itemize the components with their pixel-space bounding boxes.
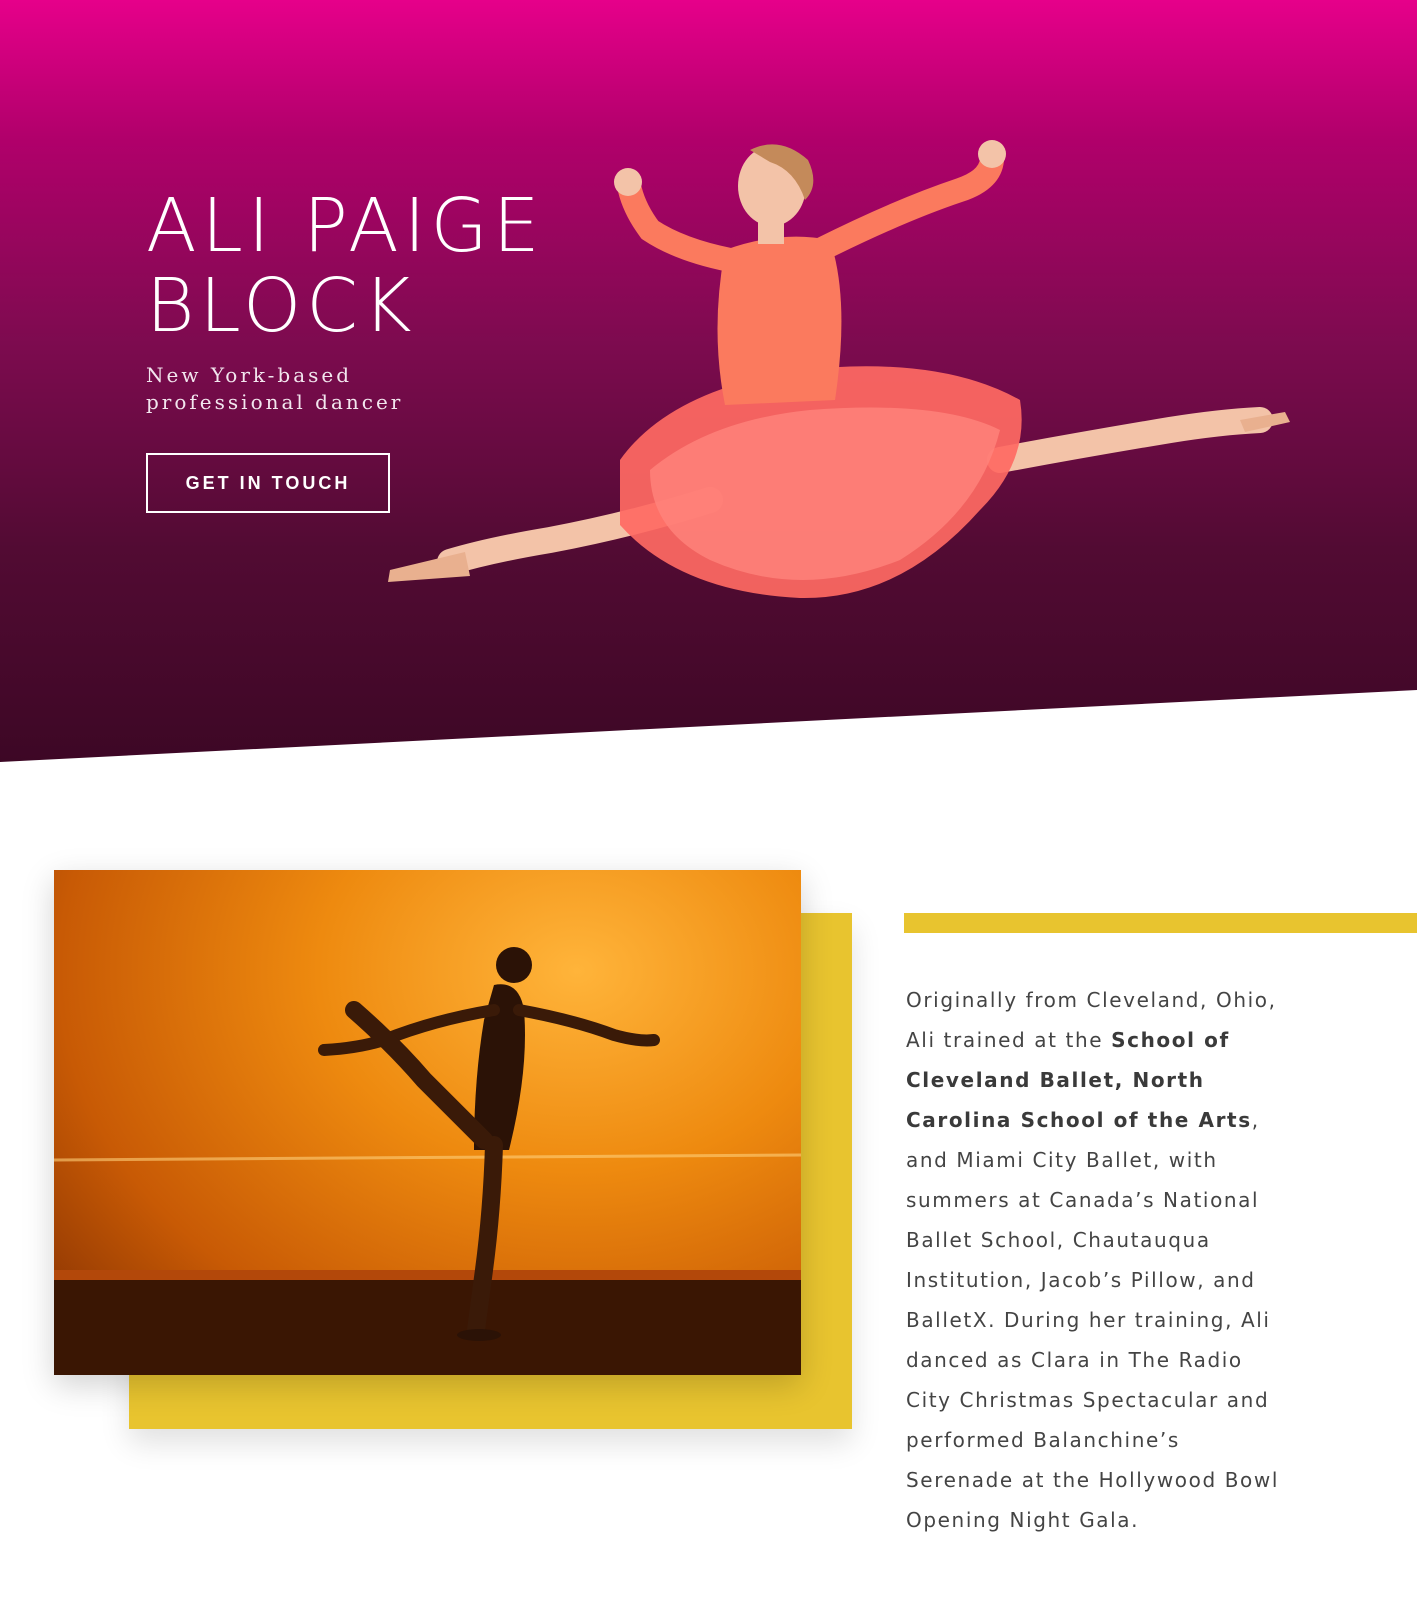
hero-section: ALI PAIGE BLOCK New York-based professio… — [0, 0, 1417, 762]
about-photo — [54, 870, 801, 1375]
dancer-silhouette-image — [54, 947, 801, 1375]
bio-text-part-2: , and Miami City Ballet, with summers at… — [906, 1108, 1279, 1532]
get-in-touch-button[interactable]: GET IN TOUCH — [146, 453, 390, 513]
bio-text: Originally from Cleveland, Ohio, Ali tra… — [906, 980, 1286, 1540]
bio-accent-bar — [904, 913, 1417, 933]
page: ALI PAIGE BLOCK New York-based professio… — [0, 0, 1417, 1600]
hero-dancer-image — [388, 140, 1290, 599]
